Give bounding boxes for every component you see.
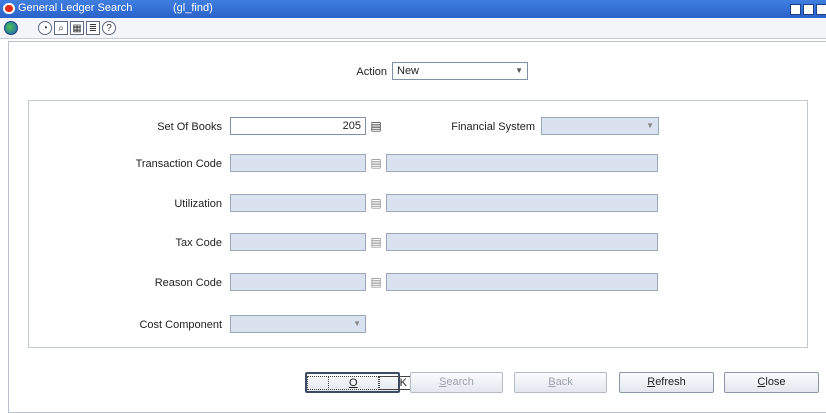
back-mnemonic: B <box>548 376 556 388</box>
set-of-books-label: Set Of Books <box>157 121 222 133</box>
search-button[interactable]: Search <box>410 372 503 393</box>
close-button[interactable]: Close <box>724 372 819 393</box>
transaction-code-label: Transaction Code <box>135 158 222 170</box>
chevron-down-icon: ▼ <box>353 319 361 328</box>
lov-icon[interactable]: ▤ <box>368 118 384 134</box>
app-icon <box>3 3 15 14</box>
refresh-button[interactable]: Refresh <box>619 372 714 393</box>
tax-code-field <box>230 233 366 251</box>
back-rest: ack <box>555 376 573 388</box>
lov-icon: ▤ <box>370 275 382 289</box>
utilization-field <box>230 194 366 212</box>
reason-code-label: Reason Code <box>154 277 222 289</box>
refresh-rest: efresh <box>655 376 686 388</box>
notes-icon[interactable]: ≣ <box>86 21 100 35</box>
financial-system-select: ▼ <box>541 117 659 135</box>
lov-icon: ▤ <box>370 235 382 249</box>
reason-code-field <box>230 273 366 291</box>
title-bar: General Ledger Search (gl_find) <box>0 0 826 18</box>
globe-icon[interactable] <box>4 21 18 35</box>
utilization-label: Utilization <box>174 198 222 210</box>
financial-system-label: Financial System <box>451 121 535 133</box>
form-code: (gl_find) <box>173 2 213 14</box>
chevron-down-icon: ▼ <box>515 66 523 75</box>
close-rest: lose <box>765 376 786 388</box>
tax-code-label: Tax Code <box>175 237 222 249</box>
search-icon[interactable]: ⌕ <box>54 21 68 35</box>
reason-code-description <box>386 273 658 291</box>
cost-component-select: ▼ <box>230 315 366 333</box>
action-value: New <box>397 65 420 77</box>
calendar-icon[interactable]: ▦ <box>70 21 84 35</box>
info-icon[interactable]: ? <box>102 21 116 35</box>
transaction-code-field <box>230 154 366 172</box>
close-window-button[interactable] <box>816 4 826 15</box>
search-criteria-panel <box>28 100 808 348</box>
lov-icon: ▤ <box>370 196 382 210</box>
cost-component-label: Cost Component <box>139 319 222 331</box>
chevron-down-icon: ▼ <box>646 121 654 130</box>
search-rest: earch <box>446 376 474 388</box>
minimize-button[interactable] <box>790 4 801 15</box>
help-icon[interactable]: ◔ <box>38 21 52 35</box>
tax-code-description <box>386 233 658 251</box>
refresh-mnemonic: R <box>647 376 656 388</box>
back-button[interactable]: Back <box>514 372 607 393</box>
action-label: Action <box>356 66 387 78</box>
lov-icon: ▤ <box>370 156 382 170</box>
action-select[interactable]: New ▼ <box>392 62 528 80</box>
window-title: General Ledger Search <box>18 2 133 14</box>
ok-mnemonic: O <box>328 376 379 390</box>
toolbar: ◔ ⌕ ▦ ≣ ? <box>0 18 826 39</box>
set-of-books-field[interactable]: 205 <box>230 117 366 135</box>
maximize-button[interactable] <box>803 4 814 15</box>
transaction-code-description <box>386 154 658 172</box>
ok-button[interactable]: OK <box>305 372 449 393</box>
utilization-description <box>386 194 658 212</box>
